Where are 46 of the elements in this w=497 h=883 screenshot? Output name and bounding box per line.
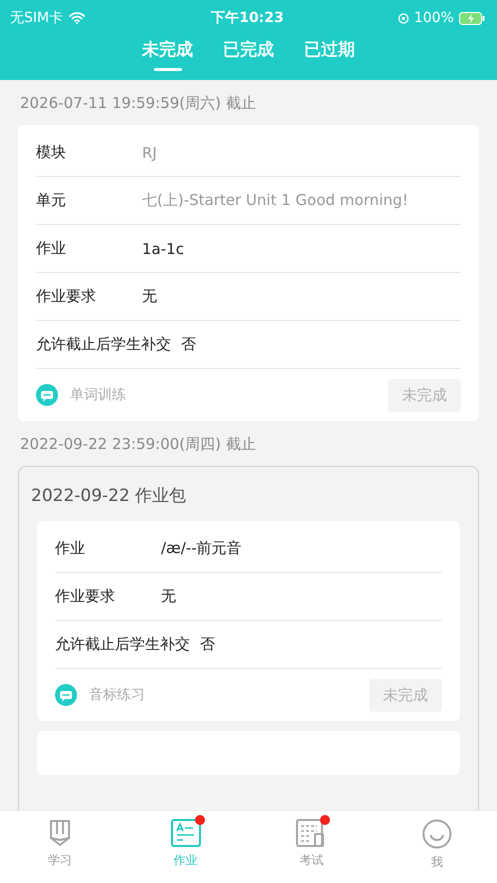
nav-tab[interactable]: 考试 xyxy=(271,811,352,883)
field-value: 七(上)-Starter Unit 1 Good morning! xyxy=(142,191,408,210)
abc-chat-icon xyxy=(55,684,77,706)
field-value: 否 xyxy=(181,335,196,354)
field-label: 允许截止后学生补交 xyxy=(55,635,191,654)
status-button[interactable]: 未完成 xyxy=(369,678,442,712)
assignment-card[interactable]: 模块 RJ 单元 七(上)-Starter Unit 1 Good morning! 作业 1a-1c 作业要求 无 允许截止后学生补交 否 单词训练 未完成 xyxy=(18,125,479,421)
exercise-type: 单词训练 xyxy=(70,386,127,404)
field-label: 作业要求 xyxy=(55,587,116,606)
clock-text: 下午10:23 xyxy=(211,9,284,27)
notification-dot xyxy=(320,815,330,825)
deadline-text: 2022-09-22 23:59:00(周四) 截止 xyxy=(19,434,257,455)
nav-tab[interactable]: 作业 xyxy=(146,811,226,883)
field-label: 作业 xyxy=(55,539,86,558)
battery-percent: 100% xyxy=(414,10,454,26)
newspaper-icon xyxy=(296,819,326,847)
field-label: 允许截止后学生补交 xyxy=(36,335,172,354)
field-value: 1a-1c xyxy=(142,240,184,258)
field-value: 无 xyxy=(161,587,176,606)
package-title: 2022-09-22 作业包 xyxy=(30,485,188,508)
pencil-icon xyxy=(47,819,73,847)
document-icon xyxy=(170,819,201,847)
field-value: RJ xyxy=(142,144,157,162)
field-value: /æ/--前元音 xyxy=(161,539,242,558)
notification-dot xyxy=(194,815,205,825)
field-label: 模块 xyxy=(36,143,67,162)
nav-tab[interactable]: 学习 xyxy=(20,811,100,883)
assignment-card[interactable]: 作业 /æ/--前元音 作业要求 无 允许截止后学生补交 否 音标练习 未完成 xyxy=(37,521,460,721)
field-label: 作业要求 xyxy=(36,287,97,306)
deadline-text: 2026-07-11 19:59:59(周六) 截止 xyxy=(19,93,257,114)
rotation-lock-icon xyxy=(398,12,409,24)
tab[interactable]: 未完成 xyxy=(142,34,193,71)
exercise-type: 音标练习 xyxy=(89,686,146,704)
field-label: 单元 xyxy=(36,191,67,210)
status-button[interactable]: 未完成 xyxy=(388,378,461,412)
field-value: 无 xyxy=(142,287,157,306)
carrier-text: 无SIM卡 xyxy=(10,9,64,27)
wifi-icon xyxy=(69,12,86,24)
battery-icon xyxy=(458,12,485,24)
field-label: 作业 xyxy=(36,239,67,258)
tab[interactable]: 已过期 xyxy=(304,34,355,71)
tab[interactable]: 已完成 xyxy=(223,34,274,71)
abc-chat-icon xyxy=(36,384,58,406)
field-value: 否 xyxy=(200,635,215,654)
smiley-icon xyxy=(422,819,452,849)
nav-tab[interactable]: 我 xyxy=(396,811,477,883)
